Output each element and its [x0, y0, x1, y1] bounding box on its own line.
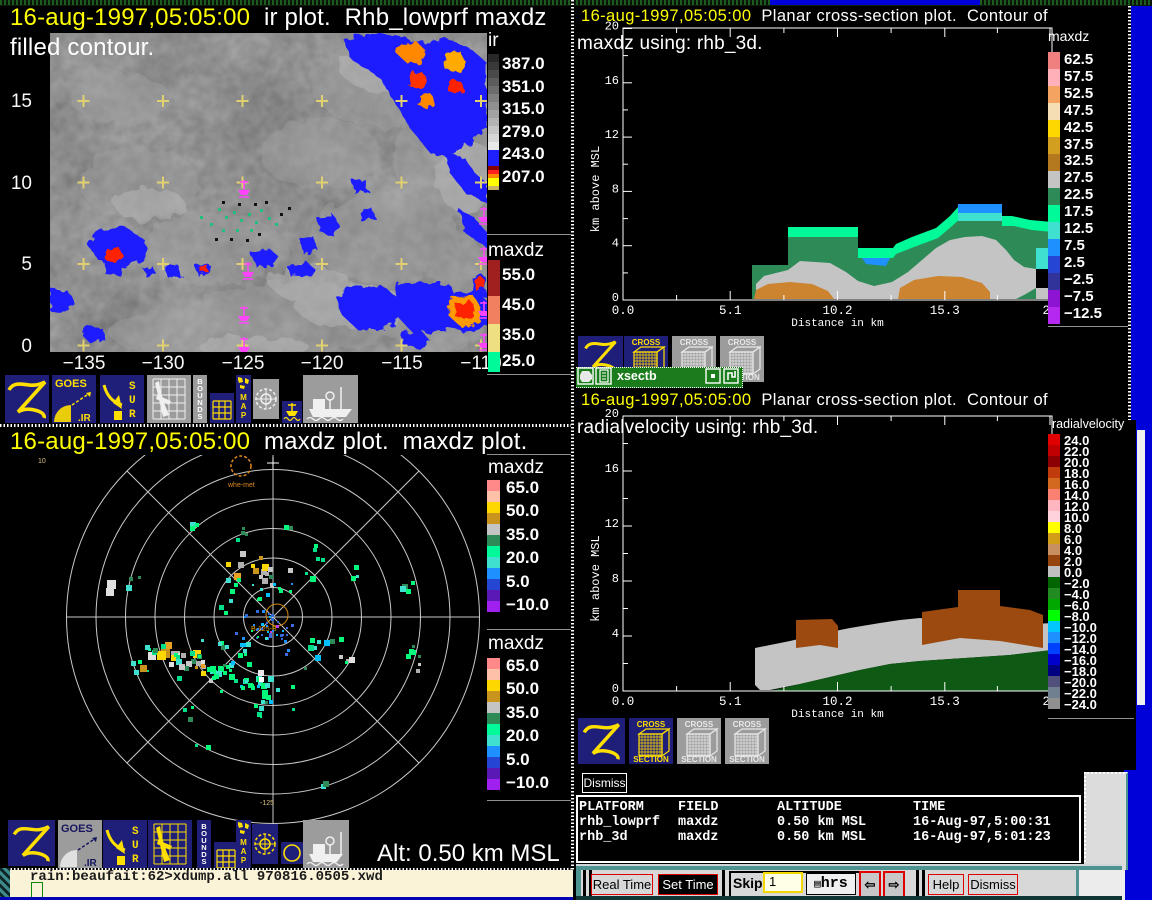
svg-text:CROSS: CROSS: [733, 720, 762, 729]
svg-text:8: 8: [612, 182, 619, 196]
svg-text:R: R: [132, 854, 139, 866]
svg-text:15.3: 15.3: [930, 695, 960, 709]
svg-text:U: U: [129, 395, 136, 407]
svg-text:20: 20: [605, 20, 619, 34]
svg-text:R: R: [129, 409, 136, 421]
svg-text:P: P: [241, 856, 247, 865]
svg-text:0: 0: [612, 682, 619, 696]
svg-text:CROSS: CROSS: [728, 338, 757, 347]
svg-text:GOES: GOES: [61, 823, 93, 835]
svg-text:S: S: [129, 381, 136, 393]
svg-text:10: 10: [38, 458, 46, 465]
svg-text:Distance in km: Distance in km: [791, 709, 884, 718]
svg-text:12: 12: [605, 517, 619, 531]
svg-text:A: A: [241, 847, 247, 856]
svg-text:SECTION: SECTION: [633, 755, 669, 764]
svg-text:12: 12: [605, 128, 619, 142]
svg-text:S: S: [132, 826, 139, 838]
svg-text:CROSS: CROSS: [637, 720, 666, 729]
svg-text:CROSS: CROSS: [632, 338, 661, 347]
svg-text:whe-met: whe-met: [227, 482, 255, 489]
svg-text:GOES: GOES: [55, 378, 87, 390]
svg-text:SECTION: SECTION: [729, 755, 765, 764]
svg-text:16: 16: [605, 74, 619, 88]
svg-text:xsectb: xsectb: [617, 369, 657, 383]
svg-text:0.0: 0.0: [612, 304, 635, 318]
svg-text:km above MSL: km above MSL: [589, 535, 603, 621]
svg-text:.IR: .IR: [84, 858, 98, 868]
svg-text:15.3: 15.3: [930, 304, 960, 318]
svg-text:.IR: .IR: [78, 413, 92, 423]
svg-text:-125: -125: [260, 800, 274, 807]
svg-text:CROSS: CROSS: [680, 338, 709, 347]
svg-text:A: A: [241, 402, 247, 411]
svg-text:5.1: 5.1: [719, 304, 742, 318]
svg-text:4: 4: [612, 627, 619, 641]
svg-text:0.0: 0.0: [612, 695, 635, 709]
svg-text:CROSS: CROSS: [685, 720, 714, 729]
svg-text:8: 8: [612, 572, 619, 586]
svg-text:S: S: [201, 857, 206, 866]
svg-text:10.2: 10.2: [822, 695, 852, 709]
svg-text:Distance in km: Distance in km: [791, 318, 884, 330]
svg-text:M: M: [240, 393, 247, 402]
svg-text:4: 4: [612, 237, 619, 251]
svg-text:10.2: 10.2: [822, 304, 852, 318]
svg-text:5.1: 5.1: [719, 695, 742, 709]
svg-text:M: M: [240, 838, 247, 847]
svg-text:km above MSL: km above MSL: [589, 146, 603, 232]
svg-text:U: U: [132, 840, 139, 852]
svg-text:SECTION: SECTION: [681, 755, 717, 764]
svg-text:0: 0: [612, 291, 619, 305]
svg-text:S: S: [197, 412, 202, 421]
svg-text:P: P: [241, 411, 247, 420]
svg-text:16: 16: [605, 462, 619, 476]
